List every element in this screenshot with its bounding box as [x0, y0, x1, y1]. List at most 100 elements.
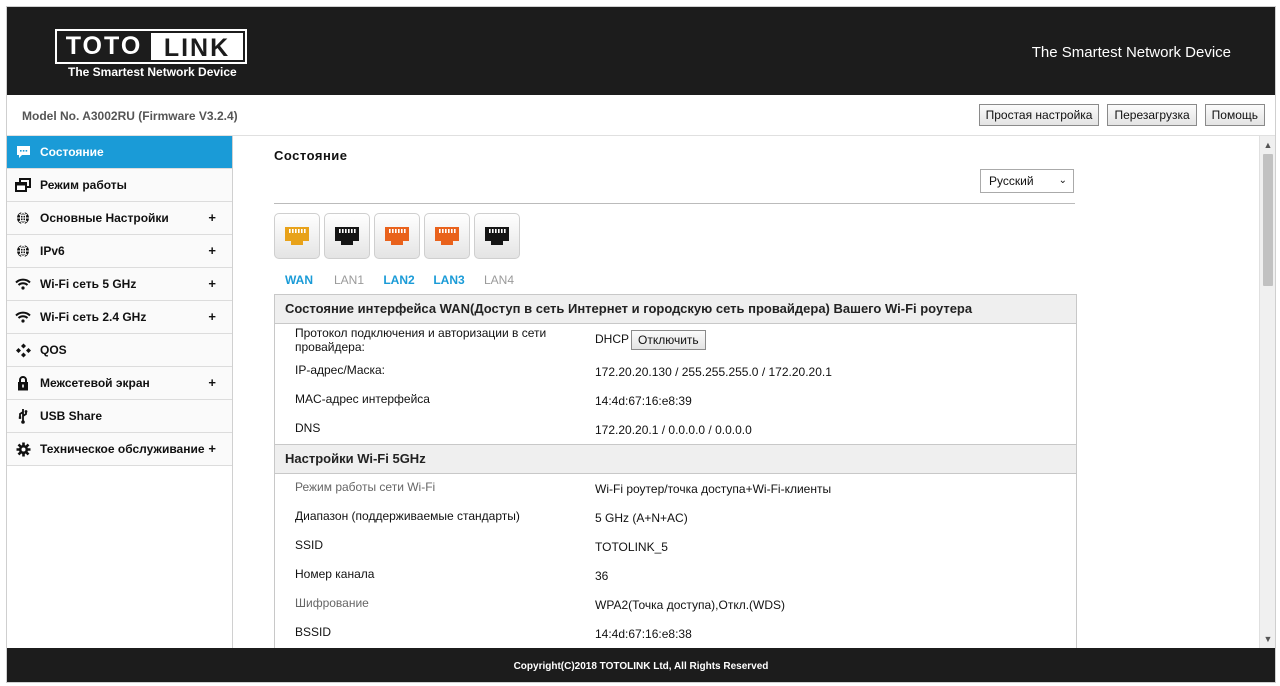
wifi-icon	[15, 309, 31, 325]
sidebar-item-maintenance[interactable]: Техническое обслуживание +	[7, 433, 232, 466]
sidebar-item-basic-settings[interactable]: Основные Настройки +	[7, 202, 232, 235]
divider	[274, 203, 1075, 204]
model-bar: Model No. A3002RU (Firmware V3.2.4) Прос…	[7, 95, 1275, 136]
router-admin-window: TOTO LINK The Smartest Network Device Th…	[6, 6, 1276, 683]
wifi-bssid-row: BSSID 14:4d:67:16:e8:38	[275, 619, 1076, 648]
lan1-port-icon	[324, 213, 370, 259]
wifi-encryption-label: Шифрование	[295, 596, 369, 610]
vertical-scrollbar[interactable]: ▲ ▼	[1259, 136, 1275, 648]
sidebar-item-label: Wi-Fi сеть 5 GHz	[40, 277, 137, 291]
sidebar-item-label: Состояние	[40, 145, 104, 159]
scroll-up-arrow-icon[interactable]: ▲	[1260, 138, 1275, 152]
sidebar-item-label: QOS	[40, 343, 67, 357]
help-button[interactable]: Помощь	[1204, 104, 1265, 126]
expand-plus-icon: +	[208, 441, 216, 456]
language-select-value: Русский	[989, 174, 1034, 188]
port-label-lan2: LAN2	[383, 273, 415, 287]
header: TOTO LINK The Smartest Network Device Th…	[7, 7, 1275, 95]
wan-protocol-value: DHCP	[595, 332, 630, 347]
usb-icon	[15, 408, 31, 424]
sidebar-item-operation-mode[interactable]: Режим работы	[7, 169, 232, 202]
page-title: Состояние	[274, 148, 348, 163]
wifi-channel-row: Номер канала 36	[275, 561, 1076, 590]
header-slogan: The Smartest Network Device	[1031, 44, 1231, 61]
expand-plus-icon: +	[208, 210, 216, 225]
main-content: Состояние Русский ⌄ WAN LAN1 LAN2 LAN3 L…	[233, 136, 1259, 648]
sidebar-item-label: USB Share	[40, 409, 103, 423]
chat-icon	[15, 144, 31, 160]
globe-icon	[15, 243, 31, 259]
status-panel: Состояние интерфейса WAN(Доступ в сеть И…	[274, 294, 1077, 648]
expand-plus-icon: +	[208, 375, 216, 390]
sidebar-item-label: Техническое обслуживание	[40, 442, 205, 456]
wifi-bssid-label: BSSID	[295, 625, 332, 639]
totolink-logo: TOTO LINK	[55, 29, 247, 64]
wan-protocol-row: Протокол подключения и авторизации в сет…	[275, 324, 1076, 357]
port-label-lan1: LAN1	[333, 273, 365, 287]
sidebar-item-label: IPv6	[40, 244, 65, 258]
wifi-mode-label: Режим работы сети Wi-Fi	[295, 480, 436, 494]
wifi-ssid-value: TOTOLINK_5	[595, 540, 668, 554]
wan-dns-value: 172.20.20.1 / 0.0.0.0 / 0.0.0.0	[595, 423, 752, 437]
sidebar: Состояние Режим работы Основные Настройк…	[7, 136, 233, 648]
reboot-button[interactable]: Перезагрузка	[1107, 104, 1197, 126]
sidebar-item-qos[interactable]: QOS	[7, 334, 232, 367]
wan-dns-row: DNS 172.20.20.1 / 0.0.0.0 / 0.0.0.0	[275, 415, 1076, 444]
wan-mac-value: 14:4d:67:16:e8:39	[595, 394, 692, 408]
wifi-ssid-label: SSID	[295, 538, 324, 552]
wifi-icon	[15, 276, 31, 292]
wifi-ssid-row: SSID TOTOLINK_5	[275, 532, 1076, 561]
windows-icon	[15, 177, 31, 193]
sidebar-item-label: Основные Настройки	[40, 211, 169, 225]
sidebar-item-wifi-24ghz[interactable]: Wi-Fi сеть 2.4 GHz +	[7, 301, 232, 334]
wan-section-header: Состояние интерфейса WAN(Доступ в сеть И…	[275, 295, 1076, 324]
port-labels: WAN LAN1 LAN2 LAN3 LAN4	[274, 273, 524, 287]
quick-setup-button[interactable]: Простая настройка	[978, 104, 1100, 126]
wifi-bssid-value: 14:4d:67:16:e8:38	[595, 627, 692, 641]
wifi-mode-value: Wi-Fi роутер/точка доступа+Wi-Fi-клиенты	[595, 482, 832, 496]
language-select[interactable]: Русский ⌄	[980, 169, 1074, 193]
scrollbar-thumb[interactable]	[1263, 154, 1273, 286]
scroll-down-arrow-icon[interactable]: ▼	[1260, 632, 1275, 646]
port-label-wan: WAN	[285, 273, 313, 287]
diamonds-icon	[15, 342, 31, 358]
logo-link: LINK	[151, 33, 243, 62]
wan-port-icon	[274, 213, 320, 259]
wan-protocol-value-wrap: DHCP Отключить	[595, 330, 706, 350]
lan4-port-icon	[474, 213, 520, 259]
wan-ip-label: IP-адрес/Маска:	[295, 363, 386, 377]
sidebar-item-label: Межсетевой экран	[40, 376, 150, 390]
globe-icon	[15, 210, 31, 226]
wifi-channel-label: Номер канала	[295, 567, 375, 581]
wan-ip-value: 172.20.20.130 / 255.255.255.0 / 172.20.2…	[595, 365, 832, 379]
sidebar-item-label: Wi-Fi сеть 2.4 GHz	[40, 310, 147, 324]
logo-tagline: The Smartest Network Device	[68, 65, 237, 79]
wifi-encryption-value: WPA2(Точка доступа),Откл.(WDS)	[595, 598, 786, 612]
port-label-lan3: LAN3	[433, 273, 465, 287]
wan-dns-label: DNS	[295, 421, 321, 435]
sidebar-item-usb-share[interactable]: USB Share	[7, 400, 232, 433]
gear-icon	[15, 441, 31, 457]
top-buttons: Простая настройка Перезагрузка Помощь	[978, 104, 1265, 126]
wifi-band-row: Диапазон (поддерживаемые стандарты) 5 GH…	[275, 503, 1076, 532]
sidebar-item-firewall[interactable]: Межсетевой экран +	[7, 367, 232, 400]
sidebar-item-status[interactable]: Состояние	[7, 136, 232, 169]
sidebar-item-ipv6[interactable]: IPv6 +	[7, 235, 232, 268]
wan-mac-row: MAC-адрес интерфейса 14:4d:67:16:e8:39	[275, 386, 1076, 415]
disconnect-button[interactable]: Отключить	[631, 330, 706, 350]
wan-mac-label: MAC-адрес интерфейса	[295, 392, 430, 406]
wifi-band-label: Диапазон (поддерживаемые стандарты)	[295, 509, 520, 523]
lan2-port-icon	[374, 213, 420, 259]
wan-protocol-label: Протокол подключения и авторизации в сет…	[295, 326, 547, 354]
expand-plus-icon: +	[208, 276, 216, 291]
expand-plus-icon: +	[208, 243, 216, 258]
port-label-lan4: LAN4	[483, 273, 515, 287]
wifi-encryption-row: Шифрование WPA2(Точка доступа),Откл.(WDS…	[275, 590, 1076, 619]
wan-ip-row: IP-адрес/Маска: 172.20.20.130 / 255.255.…	[275, 357, 1076, 386]
wifi-band-value: 5 GHz (A+N+AC)	[595, 511, 688, 525]
wifi-mode-row: Режим работы сети Wi-Fi Wi-Fi роутер/точ…	[275, 474, 1076, 503]
chevron-down-icon: ⌄	[1058, 175, 1067, 186]
logo-toto: TOTO	[65, 32, 143, 60]
sidebar-item-wifi-5ghz[interactable]: Wi-Fi сеть 5 GHz +	[7, 268, 232, 301]
model-number: Model No. A3002RU (Firmware V3.2.4)	[22, 109, 238, 123]
